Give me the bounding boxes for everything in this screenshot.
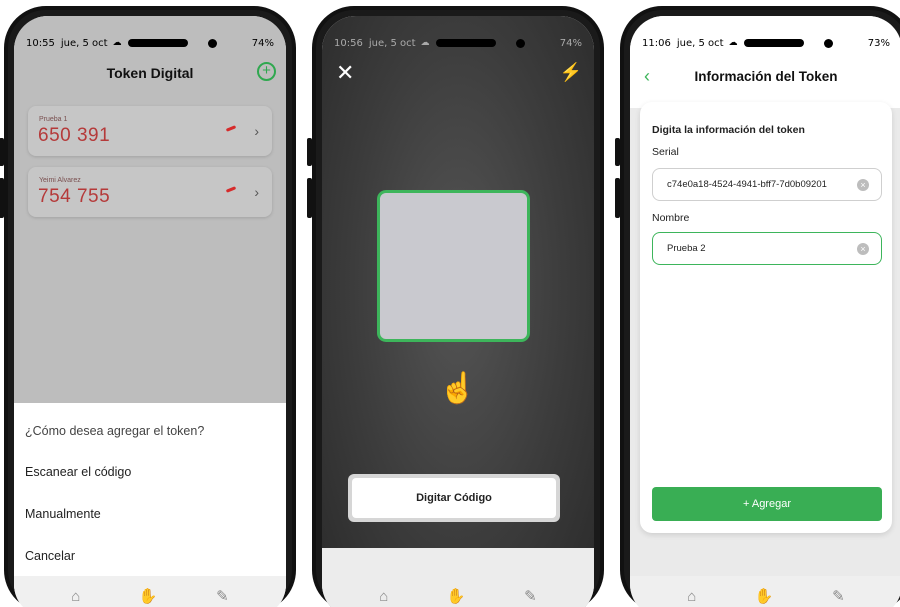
status-date: jue, 5 oct xyxy=(60,37,108,49)
clear-icon[interactable]: × xyxy=(857,179,869,191)
money-icon[interactable]: ✎ xyxy=(216,587,229,605)
home-icon[interactable]: ⌂ xyxy=(379,588,388,605)
status-bar: 11:06 jue, 5 oct ☁ 73% xyxy=(642,36,890,50)
close-icon[interactable]: ✕ xyxy=(336,62,354,84)
home-icon[interactable]: ⌂ xyxy=(687,588,696,605)
camera-dot xyxy=(207,38,217,48)
battery-level: 74% xyxy=(559,37,582,49)
battery-level: 74% xyxy=(251,37,274,49)
add-button[interactable]: + Agregar xyxy=(652,487,882,521)
section-title: Digita la información del token xyxy=(652,124,805,136)
token-name: Prueba 1 xyxy=(39,116,68,123)
camera-pill xyxy=(435,39,496,47)
camera-dot xyxy=(515,38,525,48)
phone-scanner: 10:56 jue, 5 oct ☁ 74% ✕ ⚡ ☝ Digitar Cód… xyxy=(307,6,604,607)
phone-scan-hand-icon: ☝ xyxy=(439,372,477,405)
token-card[interactable]: Prueba 1 650 391 › xyxy=(28,106,272,156)
token-name: Yeimi Alvarez xyxy=(39,177,81,184)
camera-pill xyxy=(743,39,804,47)
bottom-nav: ⌂ ✋ ✎ xyxy=(630,576,900,607)
status-time: 10:55 xyxy=(26,37,55,49)
phone-token-info: 11:06 jue, 5 oct ☁ 73% ‹ Información del… xyxy=(615,6,900,607)
camera-pill xyxy=(127,39,188,47)
flash-off-icon[interactable]: ⚡ xyxy=(560,62,582,83)
phone-token-list: 10:55 jue, 5 oct ☁ 74% Token Digital + P… xyxy=(0,6,296,607)
camera-dot xyxy=(823,38,833,48)
hand-coins-icon[interactable]: ✋ xyxy=(447,587,466,605)
bottom-nav: ⌂ ✋ ✎ xyxy=(14,576,286,607)
option-manual[interactable]: Manualmente xyxy=(25,507,101,521)
countdown-icon xyxy=(225,186,237,193)
money-icon[interactable]: ✎ xyxy=(832,587,845,605)
hand-coins-icon[interactable]: ✋ xyxy=(139,587,158,605)
serial-field[interactable]: c74e0a18-4524-4941-bff7-7d0b09201 × xyxy=(652,168,882,201)
name-label: Nombre xyxy=(652,212,690,224)
status-bar: 10:55 jue, 5 oct ☁ 74% xyxy=(26,36,274,50)
cloud-icon: ☁ xyxy=(728,38,738,48)
page-title: Token Digital xyxy=(106,65,194,81)
cloud-icon: ☁ xyxy=(420,38,430,48)
page-title: Información del Token xyxy=(694,69,838,84)
serial-label: Serial xyxy=(652,146,679,158)
button-container: Digitar Código xyxy=(348,474,560,522)
header xyxy=(630,16,900,108)
option-cancel[interactable]: Cancelar xyxy=(25,549,75,563)
clear-icon[interactable]: × xyxy=(857,243,869,255)
sheet-question: ¿Cómo desea agregar el token? xyxy=(25,424,205,438)
scan-frame xyxy=(377,190,530,342)
hand-coins-icon[interactable]: ✋ xyxy=(755,587,774,605)
bottom-area: ⌂ ✋ ✎ xyxy=(322,548,594,607)
enter-code-button[interactable]: Digitar Código xyxy=(352,478,556,518)
token-card[interactable]: Yeimi Alvarez 754 755 › xyxy=(28,167,272,217)
name-value: Prueba 2 xyxy=(667,243,706,254)
chevron-right-icon: › xyxy=(254,123,259,139)
plus-circle-icon[interactable]: + xyxy=(257,62,276,81)
home-icon[interactable]: ⌂ xyxy=(71,588,80,605)
cloud-icon: ☁ xyxy=(112,38,122,48)
chevron-right-icon: › xyxy=(254,184,259,200)
token-code: 650 391 xyxy=(38,125,111,146)
serial-value: c74e0a18-4524-4941-bff7-7d0b09201 xyxy=(667,179,827,190)
form-card: Digita la información del token Serial c… xyxy=(640,102,892,533)
bottom-nav: ⌂ ✋ ✎ xyxy=(322,576,594,607)
status-date: jue, 5 oct xyxy=(368,37,416,49)
option-scan[interactable]: Escanear el código xyxy=(25,465,131,479)
money-icon[interactable]: ✎ xyxy=(524,587,537,605)
token-code: 754 755 xyxy=(38,186,111,207)
screen: 10:55 jue, 5 oct ☁ 74% Token Digital + P… xyxy=(14,16,286,607)
screen: 10:56 jue, 5 oct ☁ 74% ✕ ⚡ ☝ Digitar Cód… xyxy=(322,16,594,607)
name-field[interactable]: Prueba 2 × xyxy=(652,232,882,265)
status-time: 11:06 xyxy=(642,37,671,49)
status-date: jue, 5 oct xyxy=(676,37,724,49)
status-bar: 10:56 jue, 5 oct ☁ 74% xyxy=(334,36,582,50)
status-time: 10:56 xyxy=(334,37,363,49)
battery-level: 73% xyxy=(867,37,890,49)
screen: 11:06 jue, 5 oct ☁ 73% ‹ Información del… xyxy=(630,16,900,607)
countdown-icon xyxy=(225,125,237,132)
